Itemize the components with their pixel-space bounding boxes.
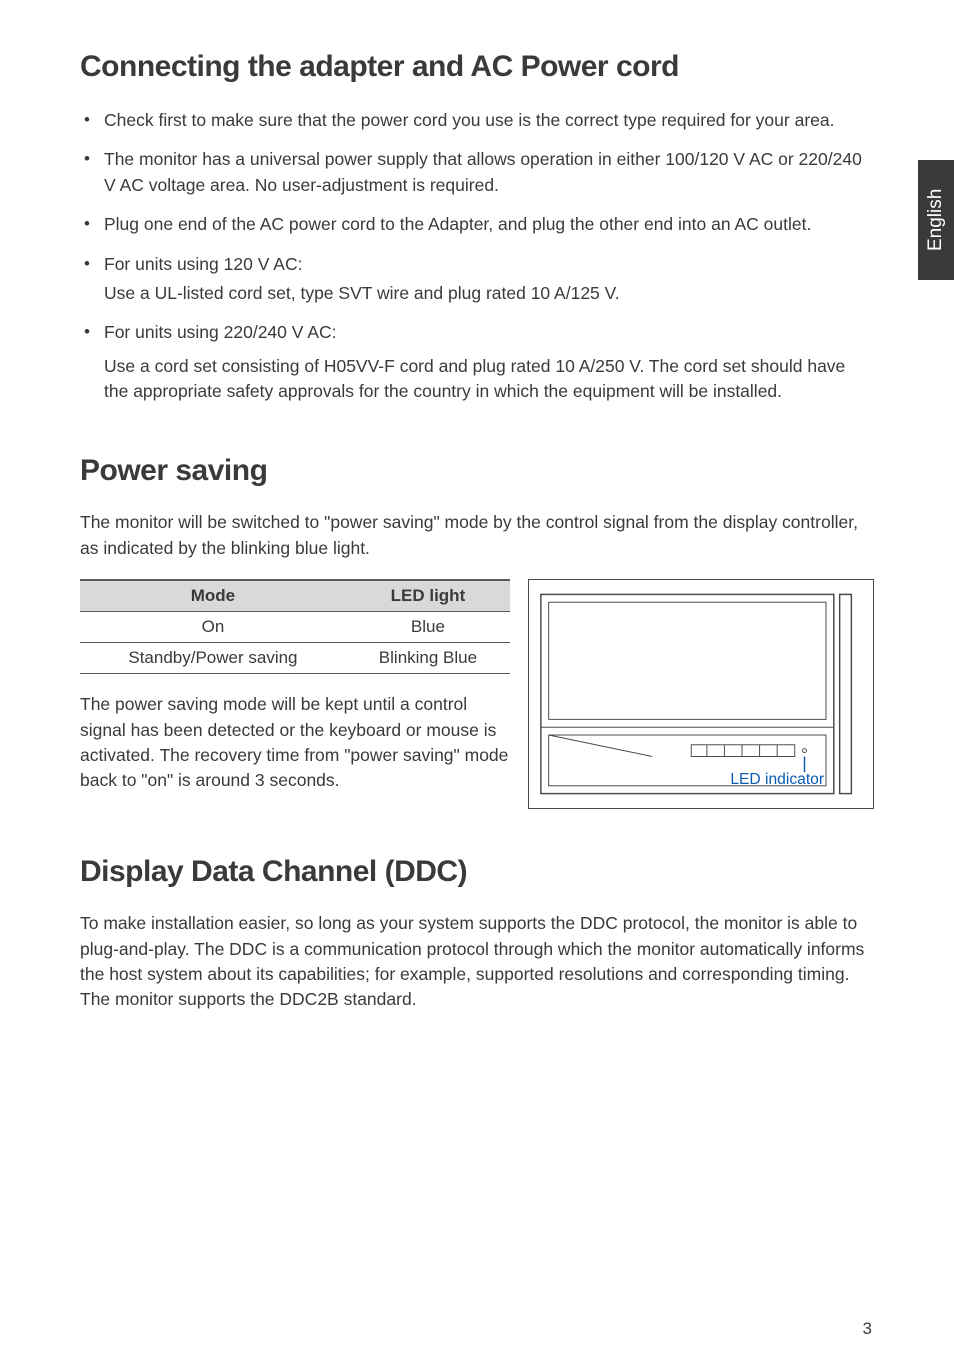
bullet-text: For units using 220/240 V AC: (104, 322, 337, 342)
bullet-item: The monitor has a universal power supply… (80, 147, 874, 198)
power-saving-intro: The monitor will be switched to "power s… (80, 510, 874, 561)
table-cell: Blue (346, 612, 510, 643)
bullet-item: Plug one end of the AC power cord to the… (80, 212, 874, 237)
led-indicator-label: LED indicator (730, 771, 824, 788)
table-header-led: LED light (346, 580, 510, 612)
bullet-text: For units using 120 V AC: (104, 254, 302, 274)
bullet-item: Check first to make sure that the power … (80, 108, 874, 133)
page-number: 3 (863, 1319, 872, 1339)
mode-led-table: Mode LED light On Blue Standby/Power sav… (80, 579, 510, 674)
bullet-subtext: Use a UL-listed cord set, type SVT wire … (104, 281, 874, 306)
bullet-item: For units using 120 V AC: Use a UL-liste… (80, 252, 874, 307)
heading-power-saving: Power saving (80, 454, 874, 488)
heading-ddc: Display Data Channel (DDC) (80, 855, 874, 889)
monitor-svg: LED indicator (535, 586, 867, 802)
ddc-body: To make installation easier, so long as … (80, 911, 874, 1013)
table-row: On Blue (80, 612, 510, 643)
power-saving-after: The power saving mode will be kept until… (80, 692, 510, 794)
bullet-item: For units using 220/240 V AC: Use a cord… (80, 320, 874, 404)
bullet-list-connecting: Check first to make sure that the power … (80, 108, 874, 404)
table-row: Standby/Power saving Blinking Blue (80, 643, 510, 674)
language-tab: English (918, 160, 954, 280)
table-cell: On (80, 612, 346, 643)
heading-connecting: Connecting the adapter and AC Power cord (80, 50, 874, 84)
table-header-mode: Mode (80, 580, 346, 612)
table-cell: Standby/Power saving (80, 643, 346, 674)
monitor-diagram: LED indicator (528, 579, 874, 809)
bullet-subtext: Use a cord set consisting of H05VV-F cor… (104, 354, 874, 405)
table-cell: Blinking Blue (346, 643, 510, 674)
